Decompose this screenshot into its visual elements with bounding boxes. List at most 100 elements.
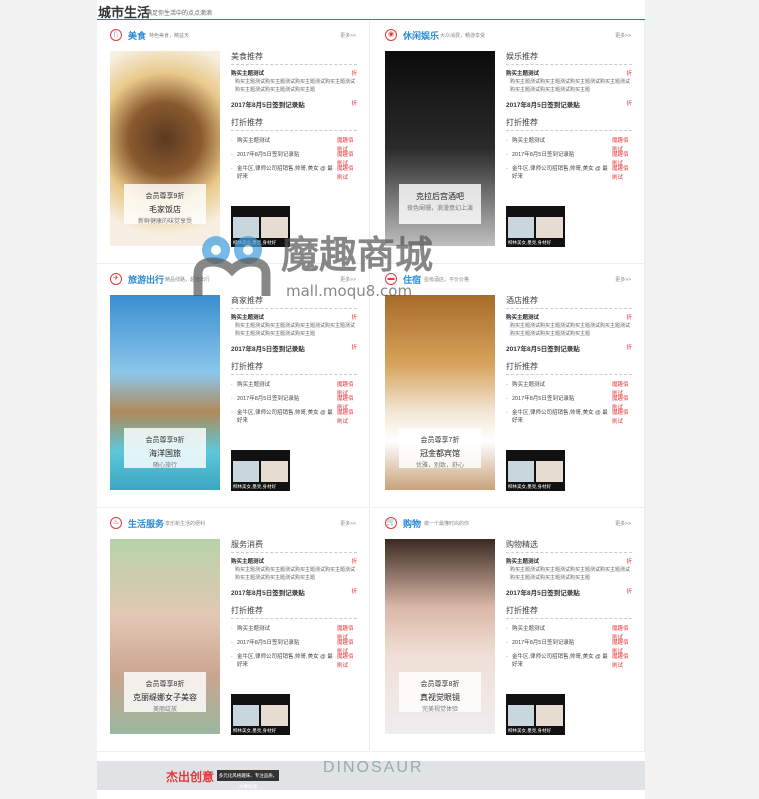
promo-banner[interactable]: 杰出创意 多元化风格趣味、专注品质、办事快捷 DINOSAUR (97, 761, 645, 790)
more-link[interactable]: 更多>> (615, 520, 631, 527)
discount-item[interactable]: 金牛区,律师公司招销售,帅哥,美女 @ 最好来魔趣佰刷试 (231, 165, 357, 181)
thumb-image[interactable] (536, 461, 563, 482)
recommend-heading: 美食推荐 (231, 51, 357, 65)
discount-item[interactable]: 购买主题测试魔趣佰刷试 (231, 137, 357, 153)
thumb-strip[interactable]: 柳林美女,墨亮,身材好 (231, 206, 290, 247)
more-link[interactable]: 更多>> (615, 32, 631, 39)
checkin-link[interactable]: 2017年8月5日签到记录贴 折 (506, 587, 632, 597)
caption-discount: 会员尊享9折 (145, 193, 185, 200)
recommend-panel: 美食推荐 购买主题测试折 购买主题测试购买主题测试购买主题测试购买主题测试购买主… (231, 51, 357, 181)
discount-item-text: 购买主题测试 (512, 626, 546, 632)
topic-link[interactable]: 购买主题测试 折 (231, 557, 357, 565)
photo-caption: 会员尊享8折 克丽缇娜女子美容 美丽绽放 (124, 672, 206, 713)
recommend-panel: 酒店推荐 购买主题测试折 购买主题测试购买主题测试购买主题测试购买主题测试购买主… (506, 295, 632, 425)
discount-heading: 打折推荐 (231, 117, 357, 131)
discount-item-text: 金牛区,律师公司招销售,帅哥,美女 @ 最好来 (512, 166, 608, 180)
discount-item-text: 金牛区,律师公司招销售,帅哥,美女 @ 最好来 (237, 654, 333, 668)
caption-shop: 克丽缇娜女子美容 (133, 693, 197, 702)
discount-item[interactable]: 金牛区,律师公司招销售,帅哥,美女 @ 最好来魔趣佰刷试 (506, 409, 632, 425)
thumb-image[interactable] (536, 217, 563, 238)
topic-link[interactable]: 购买主题测试 折 (231, 69, 357, 77)
feature-photo[interactable]: 克拉后宫酒吧 夜色阑珊，浪漫意幻上演 (385, 51, 495, 246)
topic-link[interactable]: 购买主题测试 折 (506, 313, 632, 321)
recommend-heading: 酒店推荐 (506, 295, 632, 309)
checkin-title: 2017年8月5日签到记录贴 (231, 346, 305, 353)
thumb-image[interactable] (508, 705, 534, 726)
thumb-image[interactable] (233, 705, 259, 726)
thumb-image[interactable] (508, 217, 534, 238)
category-subtitle: 特色美食，精益天 (149, 33, 190, 39)
more-link[interactable]: 更多>> (340, 32, 356, 39)
discount-item-text: 2017年8月5日签到记录贴 (237, 640, 300, 646)
discount-item[interactable]: 购买主题测试魔趣佰刷试 (506, 625, 632, 641)
thumb-image[interactable] (233, 217, 259, 238)
feature-photo[interactable]: 会员尊享7折 冠金都宾馆 优雅，别致，舒心 (385, 295, 495, 490)
thumb-strip[interactable]: 柳林美女,墨亮,身材好 (506, 206, 565, 247)
discount-item-text: 金牛区,律师公司招销售,帅哥,美女 @ 最好来 (512, 654, 608, 668)
topic-link[interactable]: 购买主题测试 折 (231, 313, 357, 321)
topic-title: 购买主题测试 (231, 315, 265, 321)
discount-item[interactable]: 2017年8月5日签到记录贴魔趣佰刷试 (506, 639, 632, 655)
checkin-link[interactable]: 2017年8月5日签到记录贴 折 (231, 99, 357, 109)
checkin-link[interactable]: 2017年8月5日签到记录贴 折 (506, 343, 632, 353)
discount-item[interactable]: 2017年8月5日签到记录贴魔趣佰刷试 (506, 395, 632, 411)
discount-item[interactable]: 2017年8月5日签到记录贴魔趣佰刷试 (231, 639, 357, 655)
topic-link[interactable]: 购买主题测试 折 (506, 69, 632, 77)
caption-slogan: 完美视觉体验 (421, 707, 458, 713)
more-link[interactable]: 更多>> (615, 276, 631, 283)
thumb-image[interactable] (536, 705, 563, 726)
feature-photo[interactable]: 会员尊享9折 海洋国旅 随心旅行 (110, 295, 220, 490)
discount-tag: 折 (351, 559, 357, 565)
thumb-strip[interactable]: 柳林美女,墨亮,身材好 (231, 694, 290, 735)
discount-item[interactable]: 购买主题测试魔趣佰刷试 (506, 381, 632, 397)
recommend-heading: 购物精选 (506, 539, 632, 553)
discount-item[interactable]: 购买主题测试魔趣佰刷试 (231, 625, 357, 641)
checkin-link[interactable]: 2017年8月5日签到记录贴 折 (231, 587, 357, 597)
discount-item[interactable]: 2017年8月5日签到记录贴魔趣佰刷试 (231, 395, 357, 411)
topic-desc: 购买主题测试购买主题测试购买主题测试购买主题测试购买主题测试购买主题测试购买主题 (235, 79, 356, 93)
discount-item[interactable]: 购买主题测试魔趣佰刷试 (231, 381, 357, 397)
caption-discount: 会员尊享8折 (145, 681, 185, 688)
checkin-link[interactable]: 2017年8月5日签到记录贴 折 (231, 343, 357, 353)
discount-item[interactable]: 2017年8月5日签到记录贴魔趣佰刷试 (231, 151, 357, 167)
caption-shop: 真视觉眼镜 (420, 693, 460, 702)
discount-item[interactable]: 购买主题测试魔趣佰刷试 (506, 137, 632, 153)
category-title[interactable]: 美食 (128, 29, 146, 42)
topic-desc: 购买主题测试购买主题测试购买主题测试购买主题测试购买主题测试购买主题测试购买主题 (235, 323, 356, 337)
topic-title: 购买主题测试 (231, 559, 265, 565)
checkin-link[interactable]: 2017年8月5日签到记录贴 折 (506, 99, 632, 109)
feature-photo[interactable]: 会员尊享8折 克丽缇娜女子美容 美丽绽放 (110, 539, 220, 734)
more-link[interactable]: 更多>> (340, 520, 356, 527)
thumb-strip[interactable]: 柳林美女,墨亮,身材好 (506, 450, 565, 491)
discount-item-text: 2017年8月5日签到记录贴 (512, 640, 575, 646)
thumb-image[interactable] (233, 461, 259, 482)
discount-item[interactable]: 金牛区,律师公司招销售,帅哥,美女 @ 最好来魔趣佰刷试 (231, 409, 357, 425)
topic-link[interactable]: 购买主题测试 折 (506, 557, 632, 565)
thumb-strip[interactable]: 柳林美女,墨亮,身材好 (231, 450, 290, 491)
discount-item[interactable]: 2017年8月5日签到记录贴魔趣佰刷试 (506, 151, 632, 167)
discount-item-text: 金牛区,律师公司招销售,帅哥,美女 @ 最好来 (512, 410, 608, 424)
discount-item[interactable]: 金牛区,律师公司招销售,帅哥,美女 @ 最好来魔趣佰刷试 (506, 165, 632, 181)
category-title[interactable]: 生活服务 (128, 517, 164, 530)
thumb-image[interactable] (261, 217, 288, 238)
discount-tag: 折 (351, 589, 357, 595)
caption-slogan: 新鲜健康的味觉享受 (137, 219, 192, 225)
discount-item[interactable]: 金牛区,律师公司招销售,帅哥,美女 @ 最好来魔趣佰刷试 (231, 653, 357, 669)
caption-discount: 会员尊享9折 (145, 437, 185, 444)
category-title[interactable]: 休闲娱乐 (403, 29, 439, 42)
more-link[interactable]: 更多>> (340, 276, 356, 283)
category-card: ✈ 旅游出行 精品线路，超值出行 更多>> 会员尊享9折 海洋国旅 随心旅行 商… (97, 264, 370, 508)
feature-photo[interactable]: 会员尊享9折 毛家饭店 新鲜健康的味觉享受 (110, 51, 220, 246)
category-title[interactable]: 旅游出行 (128, 273, 164, 286)
category-card: 🛒 购物 做一个最懂时尚的你 更多>> 会员尊享8折 真视觉眼镜 完美视觉体验 … (372, 508, 645, 752)
feature-photo[interactable]: 会员尊享8折 真视觉眼镜 完美视觉体验 (385, 539, 495, 734)
thumb-image[interactable] (508, 461, 534, 482)
category-title[interactable]: 住宿 (403, 273, 421, 286)
discount-item-tag: 魔趣佰刷试 (612, 654, 629, 669)
discount-item-text: 购买主题测试 (237, 382, 271, 388)
thumb-strip[interactable]: 柳林美女,墨亮,身材好 (506, 694, 565, 735)
thumb-image[interactable] (261, 705, 288, 726)
discount-item[interactable]: 金牛区,律师公司招销售,帅哥,美女 @ 最好来魔趣佰刷试 (506, 653, 632, 669)
category-title[interactable]: 购物 (403, 517, 421, 530)
thumb-image[interactable] (261, 461, 288, 482)
